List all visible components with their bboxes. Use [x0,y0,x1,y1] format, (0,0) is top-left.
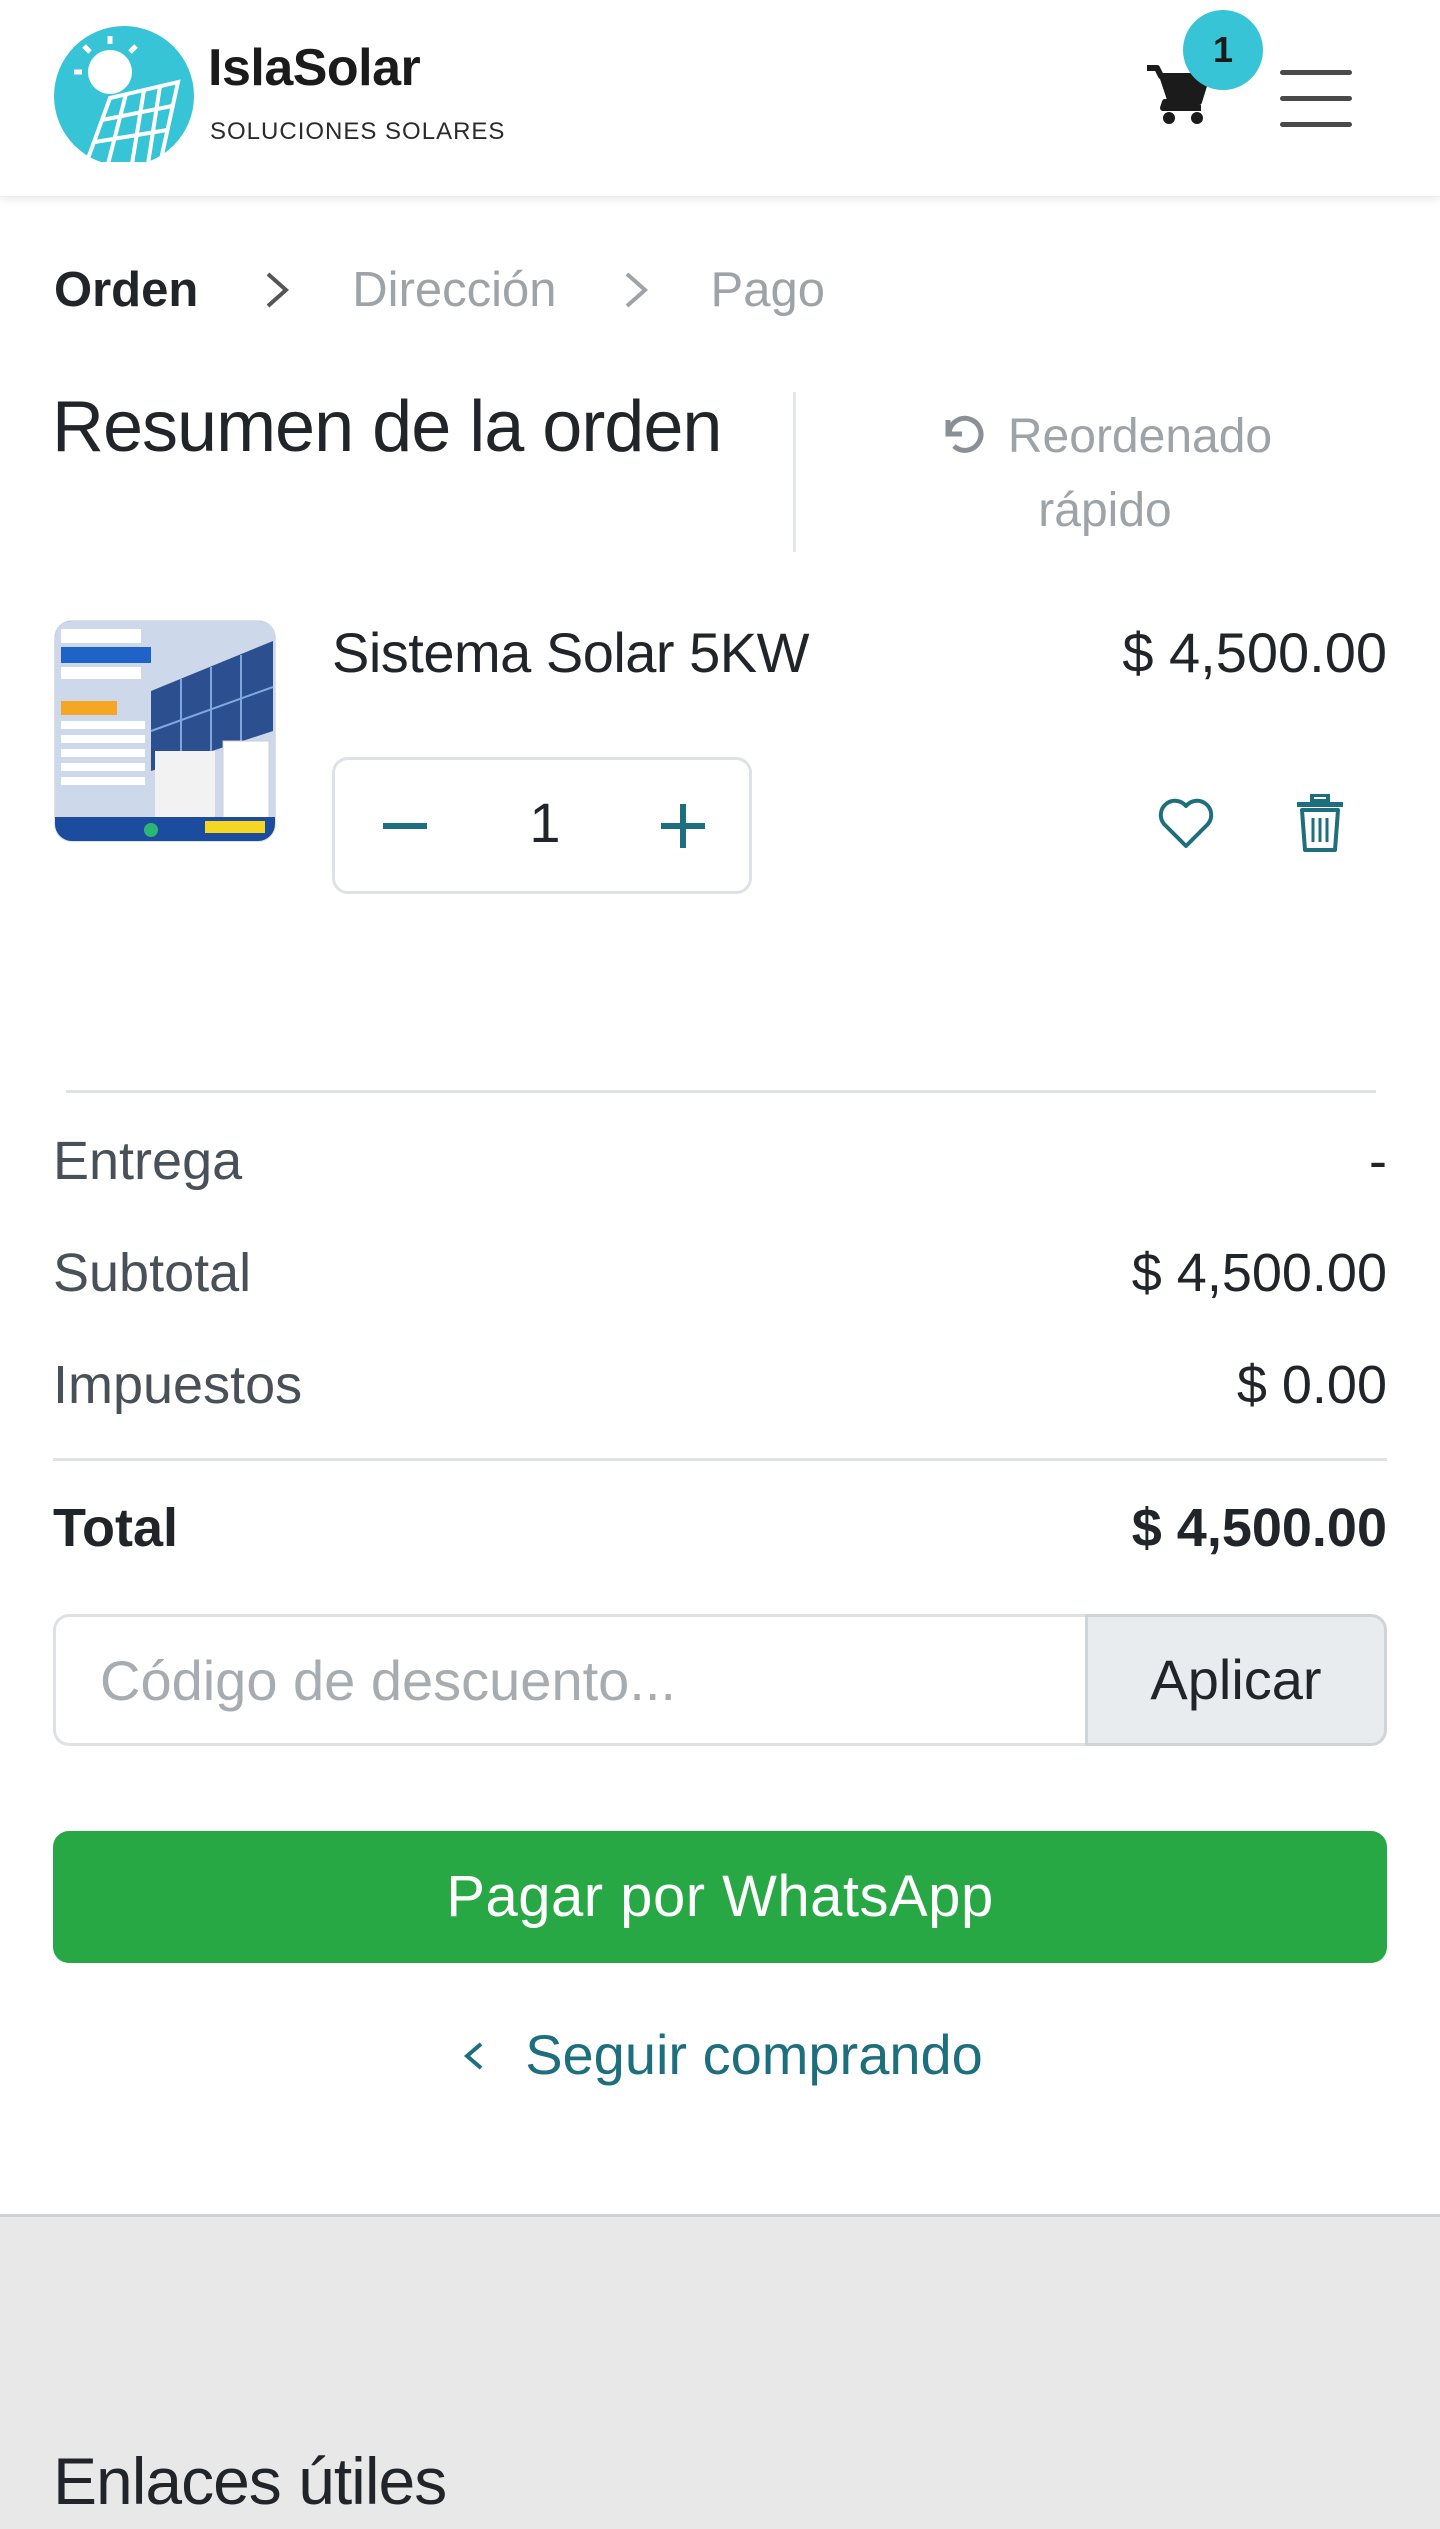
subtotal-value: $ 4,500.00 [1131,1243,1387,1303]
vertical-divider [793,392,796,552]
discount-group: Aplicar [53,1614,1387,1746]
minus-icon[interactable] [375,796,435,856]
reorder-label-line1: Reordenado [1007,410,1273,463]
hamburger-menu-button[interactable] [1280,68,1352,128]
total-value: $ 4,500.00 [1131,1498,1387,1558]
quick-reorder-button[interactable]: Reordenado rápido [880,400,1330,548]
quantity-stepper: 1 [332,757,752,894]
checkout-steps: Orden Dirección Pago [54,258,825,322]
divider [66,1090,1376,1093]
step-payment[interactable]: Pago [711,262,825,318]
site-header: IslaSolar SOLUCIONES SOLARES 1 [0,0,1440,197]
delivery-value: - [1369,1131,1387,1191]
footer-links-title: Enlaces útiles [53,2444,447,2518]
plus-icon[interactable] [653,796,713,856]
divider [53,1458,1387,1461]
subtotal-row: Subtotal $ 4,500.00 [53,1242,1387,1304]
cart-count-badge[interactable]: 1 [1183,10,1263,90]
subtotal-label: Subtotal [53,1243,252,1303]
reorder-label-line2: rápido [1038,484,1172,537]
product-price: $ 4,500.00 [1122,621,1387,684]
pay-whatsapp-button[interactable]: Pagar por WhatsApp [53,1831,1387,1963]
total-row: Total $ 4,500.00 [53,1497,1387,1559]
chevron-right-icon [266,272,290,308]
step-address[interactable]: Dirección [352,262,556,318]
product-image[interactable] [54,620,276,842]
product-name[interactable]: Sistema Solar 5KW [332,620,810,685]
trash-icon[interactable] [1295,794,1345,854]
total-label: Total [53,1498,178,1558]
islasolar-logo-icon[interactable] [52,24,196,168]
delivery-row: Entrega - [53,1130,1387,1192]
continue-shopping-label: Seguir comprando [525,2023,983,2086]
chevron-left-icon [464,2042,483,2070]
site-footer: Enlaces útiles [0,2214,1440,2529]
taxes-value: $ 0.00 [1236,1355,1387,1415]
brand-tagline: SOLUCIONES SOLARES [210,118,506,145]
taxes-row: Impuestos $ 0.00 [53,1354,1387,1416]
brand-name[interactable]: IslaSolar [208,38,421,98]
continue-shopping-link[interactable]: Seguir comprando [0,2022,1440,2087]
rotate-left-icon [945,415,984,453]
quantity-value[interactable]: 1 [485,790,605,855]
delivery-label: Entrega [53,1131,243,1191]
apply-discount-button[interactable]: Aplicar [1085,1614,1387,1746]
page-title: Resumen de la orden [52,387,722,467]
discount-code-input[interactable] [53,1614,1087,1746]
step-order[interactable]: Orden [54,262,198,318]
solar-panel-product-image [55,621,275,841]
chevron-right-icon [625,272,648,308]
heart-icon[interactable] [1156,794,1216,854]
taxes-label: Impuestos [53,1355,303,1415]
